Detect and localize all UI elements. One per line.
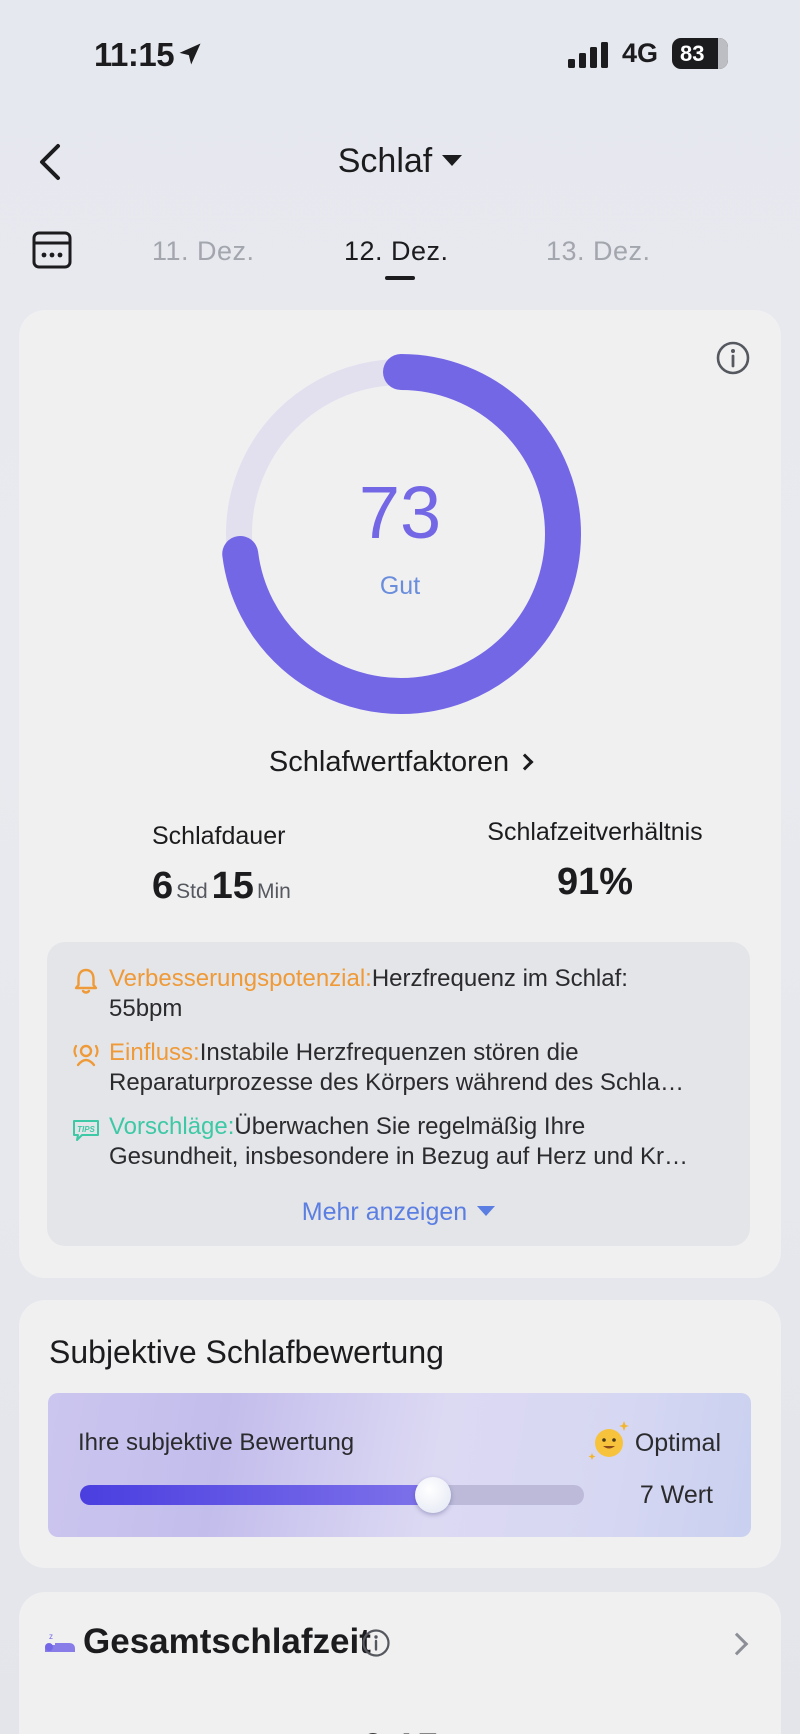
subjective-title: Subjektive Schlafbewertung xyxy=(49,1334,444,1370)
tips-box: Verbesserungspotenzial:Herzfrequenz im S… xyxy=(47,942,750,1246)
score-factors-link[interactable]: Schlafwertfaktoren xyxy=(19,746,781,779)
duration-hours-unit: Std xyxy=(176,880,208,903)
sleep-ratio-label: Schlafzeitverhältnis xyxy=(487,818,703,846)
tip-potential-label: Verbesserungspotenzial: xyxy=(109,965,372,992)
bed-icon: z xyxy=(45,1632,75,1652)
network-type: 4G xyxy=(622,38,659,68)
date-next[interactable]: 13. Dez. xyxy=(546,236,651,267)
caret-down-icon xyxy=(442,154,463,166)
subjective-value: 7 Wert xyxy=(639,1481,713,1509)
tip-influence-text: Instabile Herzfrequenzen stören die xyxy=(199,1039,579,1066)
total-sleep-card[interactable]: z Gesamtschlafzeit 6 15 xyxy=(19,1592,781,1734)
location-arrow-icon xyxy=(179,43,201,65)
tip-influence-text-2: Reparaturprozesse des Körpers während de… xyxy=(109,1069,684,1096)
calendar-icon[interactable] xyxy=(32,230,72,270)
duration-minutes-unit: Min xyxy=(256,880,291,903)
caret-down-icon xyxy=(477,1206,496,1217)
tip-potential: Verbesserungspotenzial:Herzfrequenz im S… xyxy=(71,964,721,1024)
signal-icon xyxy=(568,42,608,68)
date-prev[interactable]: 11. Dez. xyxy=(152,236,255,267)
tip-influence-label: Einfluss: xyxy=(109,1039,200,1066)
total-sleep-title: Gesamtschlafzeit xyxy=(83,1622,371,1661)
person-broadcast-icon xyxy=(73,1044,99,1067)
show-more-button[interactable]: Mehr anzeigen xyxy=(47,1198,750,1227)
tip-suggestions-text: Überwachen Sie regelmäßig Ihre xyxy=(234,1113,586,1140)
sleep-score-card: 73 Gut Schlafwertfaktoren Schlafdauer 6S… xyxy=(19,310,781,1278)
info-icon[interactable] xyxy=(361,1628,391,1658)
sleep-ratio: Schlafzeitverhältnis 91% xyxy=(455,818,735,904)
bell-icon xyxy=(74,968,98,994)
tip-suggestions: TIPS Vorschläge:Überwachen Sie regelmäßi… xyxy=(71,1112,721,1172)
chevron-right-icon xyxy=(725,1632,749,1656)
tips-bubble-icon: TIPS xyxy=(73,1120,99,1141)
subjective-rating-box: Ihre subjektive Bewertung Optimal 7 Wert xyxy=(48,1393,751,1537)
subjective-slider-fill xyxy=(80,1485,433,1505)
tip-suggestions-text-2: Gesundheit, insbesondere in Bezug auf He… xyxy=(109,1143,689,1170)
sleep-ratio-value: 91% xyxy=(556,861,634,903)
sleep-duration: Schlafdauer 6 Std 15 Min xyxy=(152,822,295,908)
svg-text:z: z xyxy=(49,1632,53,1641)
smiley-sparkle-icon xyxy=(588,1421,629,1460)
page-title-dropdown[interactable]: Schlaf xyxy=(0,142,800,181)
page-title: Schlaf xyxy=(337,142,433,180)
chevron-right-icon xyxy=(516,753,534,771)
total-sleep-value: 6 15 xyxy=(19,1726,781,1734)
tip-influence: Einfluss:Instabile Herzfrequenzen stören… xyxy=(71,1038,721,1098)
tip-potential-text-2: 55bpm xyxy=(109,995,183,1022)
subjective-rating-text: Optimal xyxy=(634,1429,721,1457)
status-time: 11:15 xyxy=(94,36,175,73)
battery-level: 83 xyxy=(680,40,705,66)
info-icon[interactable] xyxy=(715,340,751,376)
battery-indicator: 83 xyxy=(672,38,728,69)
status-bar: 11:15 4G 83 xyxy=(0,0,800,110)
subjective-rating-card: Subjektive Schlafbewertung Ihre subjekti… xyxy=(19,1300,781,1568)
duration-hours: 6 xyxy=(152,865,174,907)
date-selector: 11. Dez. 12. Dez. 13. Dez. xyxy=(0,222,800,282)
sleep-score-label: Gut xyxy=(379,572,421,600)
header: Schlaf xyxy=(0,120,800,200)
sleep-duration-value: 6 Std 15 Min xyxy=(152,865,295,908)
duration-minutes: 15 xyxy=(211,865,254,907)
score-factors-label: Schlafwertfaktoren xyxy=(268,746,510,778)
tip-suggestions-label: Vorschläge: xyxy=(109,1113,235,1140)
active-date-indicator xyxy=(385,276,415,280)
tip-potential-text: Herzfrequenz im Schlaf: xyxy=(371,965,628,992)
subjective-slider-knob[interactable] xyxy=(414,1477,451,1513)
subjective-label: Ihre subjektive Bewertung xyxy=(78,1429,355,1456)
show-more-label: Mehr anzeigen xyxy=(301,1198,468,1226)
date-current[interactable]: 12. Dez. xyxy=(344,236,449,267)
sleep-duration-label: Schlafdauer xyxy=(152,822,286,850)
svg-text:TIPS: TIPS xyxy=(77,1125,95,1134)
sleep-score-value: 73 xyxy=(358,471,442,554)
subjective-slider[interactable] xyxy=(80,1477,584,1513)
